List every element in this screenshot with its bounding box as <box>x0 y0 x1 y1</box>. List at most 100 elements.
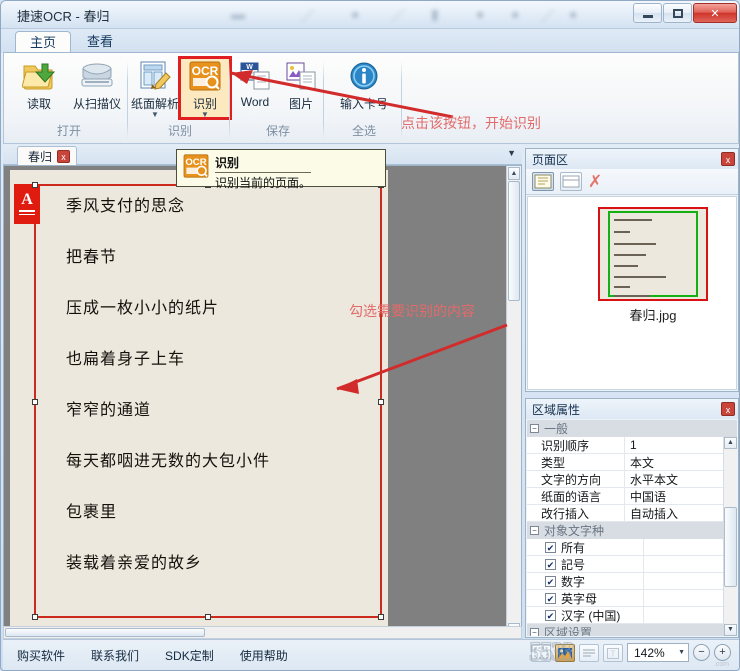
scroll-down-arrow-icon[interactable]: ▼ <box>724 624 737 636</box>
checkbox-icon[interactable]: ✔ <box>545 592 556 604</box>
scanner-icon <box>79 58 115 94</box>
properties-vertical-scrollbar[interactable]: ▲ ▼ <box>723 437 737 636</box>
close-button[interactable]: ✕ <box>693 3 737 23</box>
prop-key: 文字的方向 <box>527 470 625 488</box>
scroll-up-arrow-icon[interactable]: ▲ <box>724 437 737 449</box>
prop-checkbox-row[interactable]: ✔ 所有 <box>527 538 737 556</box>
read-button-label: 读取 <box>26 97 51 111</box>
prop-group-general[interactable]: − 一般 <box>527 420 737 437</box>
from-scanner-button[interactable]: 从扫描仪 <box>68 58 126 112</box>
scrollbar-thumb[interactable] <box>508 181 520 301</box>
prop-key: 类型 <box>527 453 625 471</box>
region-properties-header: 区域属性 x <box>526 399 738 419</box>
document-tab[interactable]: 春归 x <box>17 146 78 165</box>
prop-checkbox-row[interactable]: ✔ 数字 <box>527 572 737 590</box>
prop-checkbox-row[interactable]: ✔ 英字母 <box>527 589 737 607</box>
text-view-icon[interactable] <box>579 643 599 662</box>
image-view-icon[interactable] <box>555 643 575 662</box>
tab-view[interactable]: 查看 <box>73 31 127 53</box>
link-contact-us[interactable]: 联系我们 <box>91 647 139 664</box>
prop-checkbox-row[interactable]: ✔ 汉字 (中国) <box>527 606 737 624</box>
prop-group-region-settings[interactable]: − 区域设置 <box>527 624 737 636</box>
ribbon-group-save-label: 保存 <box>265 124 290 138</box>
tab-home[interactable]: 主页 <box>15 31 72 53</box>
page-thumbnail[interactable] <box>598 207 708 301</box>
delete-page-icon[interactable]: ✗ <box>588 173 602 190</box>
prop-value[interactable]: 自动插入 <box>625 505 678 522</box>
page-thumbnail-list[interactable]: 春归.jpg <box>527 196 737 390</box>
export-image-button-label: 图片 <box>288 97 313 111</box>
page-text-content: 季风支付的思念 把春节 压成一枚小小的纸片 也扁着身子上车 窄窄的通道 每天都咽… <box>66 192 366 600</box>
chevron-down-icon[interactable]: ▼ <box>507 148 516 158</box>
minimize-button[interactable] <box>633 3 662 23</box>
checkbox-icon[interactable]: ✔ <box>545 575 556 587</box>
resize-handle-w[interactable] <box>32 399 38 405</box>
chevron-down-icon[interactable]: ▼ <box>151 111 159 119</box>
canvas-horizontal-scrollbar[interactable] <box>3 626 522 639</box>
group-separator <box>323 61 324 139</box>
checkbox-icon[interactable]: ✔ <box>545 558 556 570</box>
zoom-level-select[interactable]: 142% ▼ <box>627 643 689 662</box>
prop-checkbox-row[interactable]: ✔ 記号 <box>527 555 737 573</box>
close-icon[interactable]: x <box>57 149 71 163</box>
checkbox-icon[interactable]: ✔ <box>545 609 556 621</box>
collapse-icon[interactable]: − <box>530 526 539 535</box>
chevron-down-icon[interactable]: ▼ <box>201 111 209 119</box>
info-icon <box>349 58 379 94</box>
document-page[interactable]: A 季风支付的思念 把春节 压成一枚小小的纸片 也扁着身子上车 窄窄的通道 每天… <box>10 170 388 629</box>
zoom-out-button[interactable]: − <box>693 644 710 661</box>
prop-value[interactable]: 中国语 <box>625 488 666 505</box>
prop-key: 汉字 (中国) <box>561 608 621 623</box>
resize-handle-s[interactable] <box>205 614 211 620</box>
layout-view-icon[interactable]: T <box>603 643 623 662</box>
checkbox-icon[interactable]: ✔ <box>545 541 556 553</box>
resize-handle-sw[interactable] <box>32 614 38 620</box>
recognize-button[interactable]: OCR 识别 ▼ <box>178 56 232 120</box>
prop-row[interactable]: 类型 本文 <box>527 453 737 471</box>
resize-handle-e[interactable] <box>378 399 384 405</box>
prop-key: 英字母 <box>561 591 598 606</box>
link-sdk-custom[interactable]: SDK定制 <box>165 647 214 664</box>
prop-value[interactable]: 1 <box>625 438 637 452</box>
canvas-vertical-scrollbar[interactable]: ▲ ▼ <box>506 166 521 637</box>
list-view-icon[interactable] <box>560 172 582 191</box>
document-canvas[interactable]: A 季风支付的思念 把春节 压成一枚小小的纸片 也扁着身子上车 窄窄的通道 每天… <box>3 165 522 638</box>
fit-page-icon[interactable] <box>531 643 551 662</box>
collapse-icon[interactable]: − <box>530 424 539 433</box>
prop-row[interactable]: 识别顺序 1 <box>527 436 737 454</box>
page-text-line: 每天都咽进无数的大包小件 <box>66 451 271 470</box>
collapse-icon[interactable]: − <box>530 628 539 636</box>
chevron-down-icon[interactable]: ▼ <box>678 649 685 656</box>
prop-group-charset[interactable]: − 对象文字种 <box>527 522 737 539</box>
export-image-button[interactable]: 图片 <box>278 58 324 112</box>
prop-key: 改行插入 <box>527 504 625 522</box>
zoom-in-button[interactable]: + <box>714 644 731 661</box>
ribbon-group-recognize: 纸面解析 ▼ OCR 识别 ▼ 识别 <box>130 55 232 143</box>
enter-card-number-button[interactable]: 输入卡号 <box>329 58 399 112</box>
scrollbar-thumb[interactable] <box>5 628 205 637</box>
prop-row[interactable]: 改行插入 自动插入 <box>527 504 737 522</box>
maximize-button[interactable] <box>663 3 692 23</box>
prop-row[interactable]: 文字的方向 水平本文 <box>527 470 737 488</box>
link-buy-software[interactable]: 购买软件 <box>17 647 65 664</box>
status-bar-links: 购买软件 联系我们 SDK定制 使用帮助 <box>17 647 288 664</box>
resize-handle-nw[interactable] <box>32 182 38 188</box>
page-thumbnail-item[interactable]: 春归.jpg <box>598 207 708 324</box>
resize-handle-se[interactable] <box>378 614 384 620</box>
close-icon[interactable]: x <box>721 152 735 166</box>
read-button[interactable]: 读取 <box>10 58 68 112</box>
prop-value[interactable]: 水平本文 <box>625 471 678 488</box>
thumbnail-view-icon[interactable] <box>532 172 554 191</box>
scroll-up-arrow-icon[interactable]: ▲ <box>508 167 520 180</box>
export-word-button[interactable]: W Word <box>232 58 278 109</box>
page-analyze-button[interactable]: 纸面解析 ▼ <box>130 58 180 119</box>
ribbon-group-selectall: 输入卡号 全选 <box>326 55 402 143</box>
prop-row[interactable]: 纸面的语言 中国语 <box>527 487 737 505</box>
page-panel: 页面区 x ✗ 春归.jpg <box>525 148 739 392</box>
region-properties-body[interactable]: − 一般 识别顺序 1 类型 本文 文字的方向 水平本文 纸面的语言 中国语 改… <box>527 420 737 636</box>
ribbon-group-selectall-label: 全选 <box>351 124 376 138</box>
link-help[interactable]: 使用帮助 <box>240 647 288 664</box>
scrollbar-thumb[interactable] <box>724 507 737 587</box>
close-icon[interactable]: x <box>721 402 735 416</box>
prop-value[interactable]: 本文 <box>625 454 654 471</box>
